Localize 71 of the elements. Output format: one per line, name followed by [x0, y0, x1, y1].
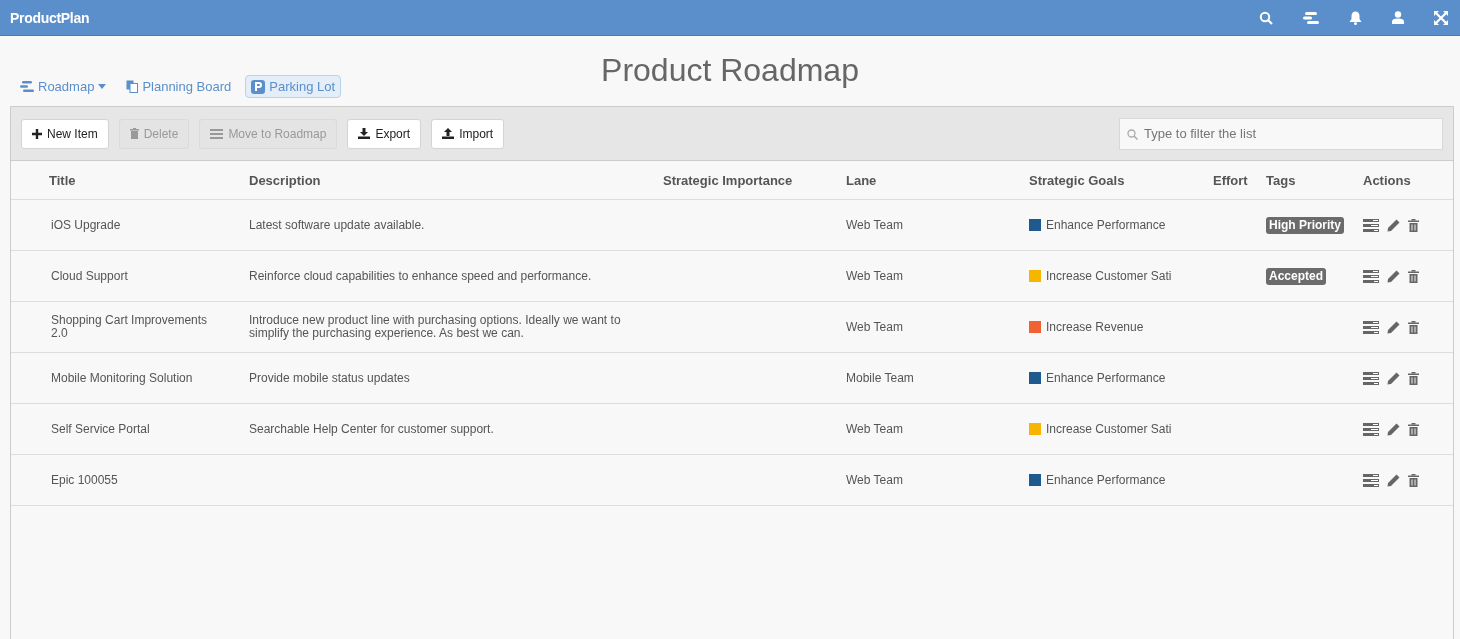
trash-icon[interactable]: [1408, 371, 1419, 385]
pencil-icon[interactable]: [1387, 269, 1400, 283]
lines-icon[interactable]: [1363, 269, 1379, 283]
table-cell-text: Mobile Monitoring Solution: [50, 371, 194, 385]
plus-icon: [32, 128, 42, 139]
table-cell-text: Web Team: [846, 218, 904, 232]
tag-label: High Priority: [1266, 216, 1344, 234]
lines-icon[interactable]: [1363, 371, 1379, 385]
user-icon[interactable]: [1392, 11, 1404, 24]
trash-icon[interactable]: [1408, 269, 1419, 283]
tag-label: Accepted: [1266, 267, 1327, 285]
expand-icon[interactable]: [1434, 10, 1448, 25]
lines-icon[interactable]: [1363, 473, 1379, 487]
parking-icon: [251, 79, 266, 94]
lines-icon[interactable]: [1363, 218, 1379, 232]
upload-icon: [442, 128, 455, 139]
column-header[interactable]: Tags: [1266, 172, 1363, 188]
trash-icon[interactable]: [1408, 422, 1419, 436]
trash-icon[interactable]: [1408, 320, 1419, 334]
toolbar-button[interactable]: New Item: [21, 118, 109, 149]
table-cell-text: Mobile Team: [846, 371, 915, 385]
download-icon: [358, 128, 371, 139]
table-cell: Enhance Performance: [1046, 371, 1166, 385]
pencil-icon[interactable]: [1387, 320, 1400, 334]
table-cell: Increase Customer Sati: [1046, 422, 1172, 436]
trash-icon: [129, 128, 139, 139]
table-cell: Enhance Performance: [1046, 218, 1166, 232]
table-cell-text: Epic 100055: [50, 473, 119, 487]
table-cell: Enhance Performance: [1046, 473, 1166, 487]
roadmap-bars-icon: [20, 81, 34, 92]
column-header[interactable]: Lane: [846, 172, 1029, 188]
page-title: Product Roadmap: [601, 52, 859, 89]
column-header[interactable]: Actions: [1363, 172, 1453, 188]
pencil-icon[interactable]: [1387, 218, 1400, 232]
copy-icon: [126, 80, 139, 93]
column-header[interactable]: Effort: [1213, 172, 1266, 188]
toolbar-button[interactable]: Import: [431, 118, 505, 149]
toolbar-button[interactable]: Export: [347, 118, 422, 149]
table-cell-text: Web Team: [846, 422, 904, 436]
table-cell-text: Web Team: [846, 320, 904, 334]
column-header[interactable]: Strategic Importance: [663, 172, 846, 188]
search-icon[interactable]: [1259, 10, 1273, 25]
pencil-icon[interactable]: [1387, 371, 1400, 385]
column-header[interactable]: Description: [249, 172, 663, 188]
column-header[interactable]: Title: [49, 172, 249, 188]
lines-icon: [210, 128, 224, 139]
bell-icon[interactable]: [1349, 10, 1362, 25]
table-cell: Latest software update available.: [249, 217, 425, 232]
table-cell: Introduce new product line with purchasing options. Ideally we want to simplify the purchasing experience. As best we can.: [249, 313, 621, 340]
lines-icon[interactable]: [1363, 320, 1379, 334]
table-cell: Increase Revenue: [1046, 320, 1144, 334]
table-cell-text: Web Team: [846, 269, 904, 283]
table-cell-text: Self Service Portal: [50, 422, 151, 436]
table-cell-text: Web Team: [846, 473, 904, 487]
roadmap-bars-icon[interactable]: [1303, 11, 1319, 24]
filter-field[interactable]: Type to filter the list: [1119, 117, 1443, 150]
table-cell: Searchable Help Center for customer support.: [249, 421, 494, 436]
lines-icon[interactable]: [1363, 422, 1379, 436]
table-cell: Increase Customer Sati: [1046, 269, 1172, 283]
search-icon: [1127, 128, 1138, 140]
table-cell-text: iOS Upgrade: [50, 218, 122, 232]
trash-icon[interactable]: [1408, 218, 1419, 232]
caret-icon: [98, 84, 107, 89]
pencil-icon[interactable]: [1387, 473, 1400, 487]
table-cell-text: Cloud Support: [50, 269, 129, 283]
column-header[interactable]: Strategic Goals: [1029, 172, 1213, 188]
trash-icon[interactable]: [1408, 473, 1419, 487]
table-cell: Reinforce cloud capabilities to enhance speed and performance.: [249, 268, 592, 283]
table-cell-text: Shopping Cart Improvements 2.0: [50, 314, 209, 340]
pencil-icon[interactable]: [1387, 422, 1400, 436]
table-cell: Provide mobile status updates: [249, 370, 410, 385]
